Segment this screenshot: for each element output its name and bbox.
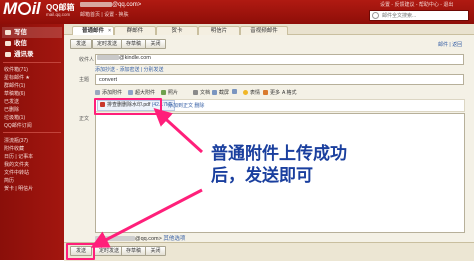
annotation-line-1: 普通附件上传成功 bbox=[211, 144, 347, 163]
arrow-to-send bbox=[90, 188, 203, 248]
arrow-to-attachment bbox=[153, 107, 204, 154]
annotation-arrows bbox=[90, 107, 204, 248]
annotation-line-2: 后，发送即可 bbox=[211, 166, 313, 185]
annotation-callout: 普通附件上传成功 后，发送即可 bbox=[211, 143, 347, 187]
